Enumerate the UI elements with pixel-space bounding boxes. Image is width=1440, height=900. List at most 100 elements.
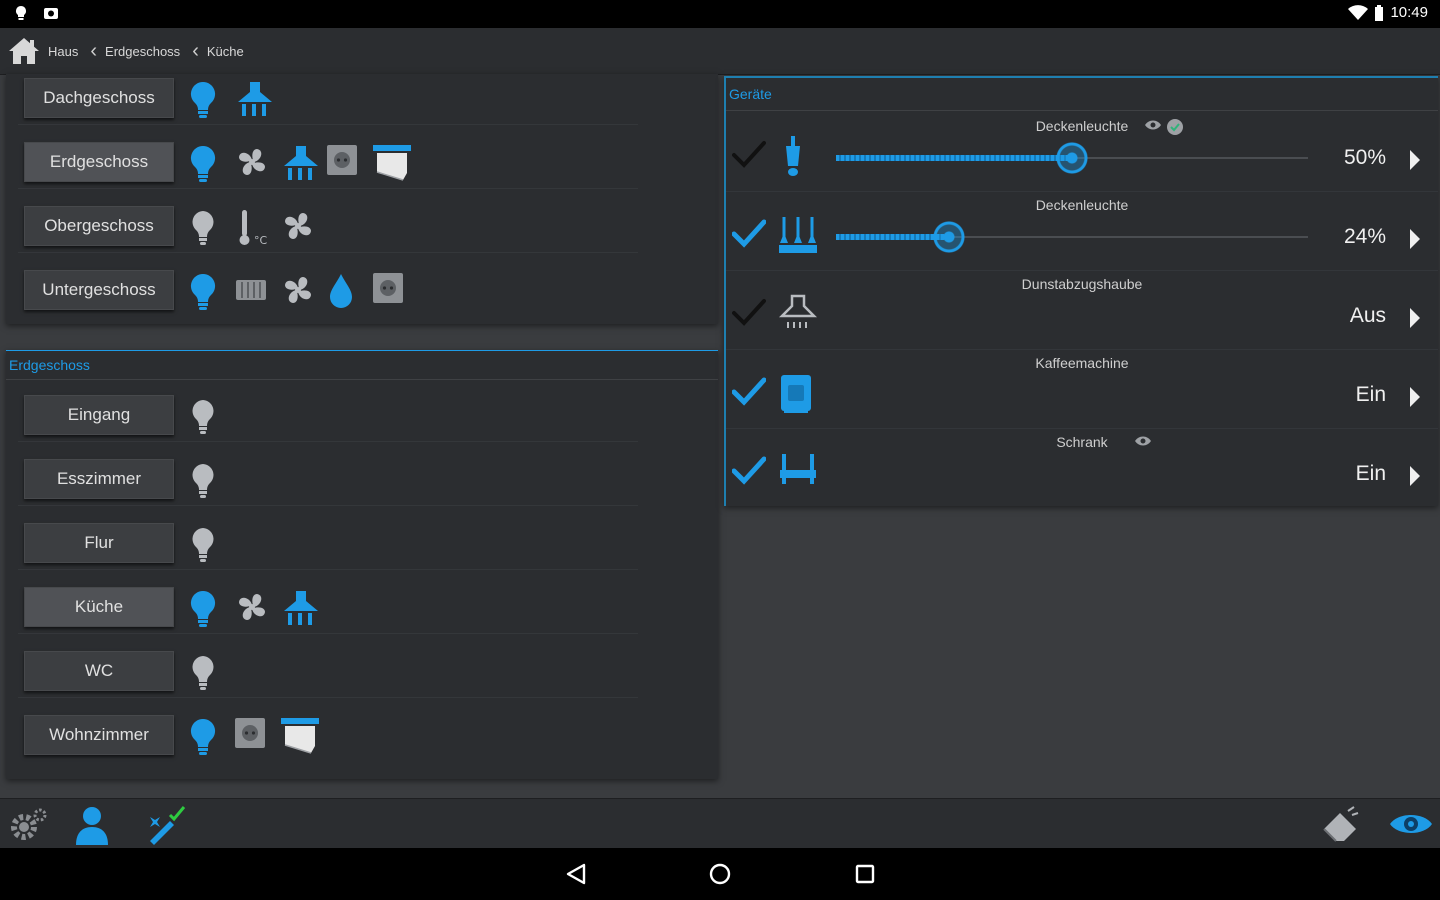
- device-value: 24%: [1343, 225, 1386, 248]
- slider-thumb[interactable]: [933, 221, 966, 253]
- room-button-eingang[interactable]: Eingang: [24, 395, 174, 435]
- room-button-wohnzimmer[interactable]: Wohnzimmer: [24, 715, 174, 755]
- room-button-esszimmer[interactable]: Esszimmer: [24, 459, 174, 499]
- heater-icon[interactable]: [234, 272, 270, 308]
- cooker-hood-icon[interactable]: [280, 589, 318, 625]
- device-row[interactable]: Dunstabzugshaube Aus: [726, 270, 1438, 350]
- device-name: Dunstabzugshaube: [1021, 276, 1143, 292]
- floor-button-dachgeschoss[interactable]: Dachgeschoss: [24, 78, 174, 118]
- bulb-on-icon[interactable]: [188, 80, 224, 118]
- breadcrumb-kueche[interactable]: Küche: [207, 44, 244, 59]
- floor-icons: [188, 78, 272, 118]
- device-row[interactable]: Kaffeemachine Ein: [726, 349, 1438, 429]
- room-row-wohnzimmer: Wohnzimmer: [18, 705, 638, 761]
- slider-fill: [836, 234, 950, 240]
- device-value: Aus: [1349, 304, 1386, 327]
- bulb-off-icon[interactable]: [188, 208, 224, 245]
- divider: [726, 110, 1438, 111]
- magic-wand-icon[interactable]: [146, 805, 186, 845]
- chevron-right-icon[interactable]: [1408, 227, 1422, 256]
- chevron-right-icon[interactable]: [1408, 306, 1422, 335]
- room-button-flur[interactable]: Flur: [24, 523, 174, 563]
- room-icons: [188, 715, 319, 755]
- check-active-icon[interactable]: [731, 219, 767, 254]
- bottom-toolbar: [0, 798, 1440, 849]
- home-nav-icon[interactable]: [708, 862, 732, 886]
- device-row[interactable]: Deckenleuchte 24%: [726, 191, 1438, 271]
- room-button-kueche[interactable]: Küche: [24, 587, 174, 627]
- thermometer-icon[interactable]: °C: [234, 208, 270, 247]
- user-icon[interactable]: [74, 805, 110, 845]
- bulb-on-icon[interactable]: [188, 589, 224, 627]
- ceiling-lamps-icon: [778, 213, 818, 262]
- check-inactive-icon[interactable]: [732, 140, 766, 175]
- chevron-right-icon[interactable]: [1408, 464, 1422, 493]
- battery-icon: [1375, 4, 1384, 21]
- floor-button-untergeschoss[interactable]: Untergeschoss: [24, 270, 174, 310]
- fan-icon[interactable]: [234, 144, 270, 180]
- devices-panel: Geräte Deckenleuchte 50% Deckenleuchte 24% D…: [724, 76, 1438, 506]
- socket-icon[interactable]: [234, 717, 270, 753]
- bulb-off-icon[interactable]: [188, 653, 224, 690]
- water-drop-icon[interactable]: [326, 272, 362, 308]
- cabinet-icon: [778, 450, 818, 491]
- floor-icons: [188, 270, 408, 310]
- blinds-icon[interactable]: [372, 144, 411, 181]
- eye-icon[interactable]: [1388, 809, 1434, 839]
- check-inactive-icon[interactable]: [732, 298, 766, 333]
- floor-button-erdgeschoss[interactable]: Erdgeschoss: [24, 142, 174, 182]
- home-icon[interactable]: [8, 36, 40, 66]
- check-active-icon[interactable]: [731, 377, 767, 412]
- breadcrumb: Haus ‹ Erdgeschoss ‹ Küche: [8, 36, 244, 66]
- floor-button-obergeschoss[interactable]: Obergeschoss: [24, 206, 174, 246]
- room-row-esszimmer: Esszimmer: [18, 449, 638, 506]
- room-icons: [188, 587, 318, 627]
- chevron-right-icon[interactable]: [1408, 385, 1422, 414]
- shield-icon: [1166, 118, 1184, 141]
- room-row-wc: WC: [18, 641, 638, 698]
- breadcrumb-haus[interactable]: Haus: [48, 44, 78, 59]
- cooker-hood-icon[interactable]: [280, 144, 318, 180]
- room-button-wc[interactable]: WC: [24, 651, 174, 691]
- device-row[interactable]: Schrank Ein: [726, 428, 1438, 507]
- chevron-right-icon[interactable]: [1408, 148, 1422, 177]
- device-value: Ein: [1355, 383, 1386, 406]
- fan-icon[interactable]: [234, 589, 270, 625]
- chevron-left-icon: ‹: [192, 40, 199, 62]
- device-value: 50%: [1343, 146, 1386, 169]
- back-nav-icon[interactable]: [564, 862, 588, 886]
- fan-icon[interactable]: [280, 208, 316, 244]
- slider-thumb[interactable]: [1056, 142, 1088, 174]
- settings-gear-icon[interactable]: [8, 807, 48, 843]
- cooker-hood-icon: [778, 292, 818, 341]
- breadcrumb-erdgeschoss[interactable]: Erdgeschoss: [105, 44, 180, 59]
- bulb-on-icon[interactable]: [188, 717, 224, 755]
- device-name: Kaffeemachine: [1035, 355, 1129, 371]
- socket-icon[interactable]: [326, 144, 362, 180]
- socket-icon[interactable]: [372, 272, 408, 308]
- blinds-icon[interactable]: [280, 717, 319, 754]
- pendant-lamp-icon: [778, 134, 808, 183]
- eraser-icon[interactable]: [1318, 805, 1362, 845]
- check-active-icon[interactable]: [731, 456, 767, 491]
- eye-icon: [1134, 434, 1152, 452]
- dimmer-slider[interactable]: [836, 142, 1308, 174]
- device-value: Ein: [1355, 462, 1386, 485]
- floor-row-obergeschoss: Obergeschoss °C: [18, 196, 638, 253]
- bulb-off-icon[interactable]: [188, 397, 224, 434]
- recents-nav-icon[interactable]: [853, 862, 877, 886]
- floor-row-untergeschoss: Untergeschoss: [18, 260, 638, 316]
- bulb-on-icon[interactable]: [188, 144, 224, 182]
- dimmer-slider[interactable]: [836, 221, 1308, 253]
- bulb-off-icon[interactable]: [188, 461, 224, 498]
- cooker-hood-icon[interactable]: [234, 80, 272, 116]
- fan-icon[interactable]: [280, 272, 316, 308]
- coffee-machine-icon: [778, 371, 814, 420]
- room-row-eingang: Eingang: [18, 385, 638, 442]
- slider-fill: [836, 155, 1072, 161]
- bulb-off-icon[interactable]: [188, 525, 224, 562]
- svg-text:°C: °C: [254, 234, 268, 246]
- device-row[interactable]: Deckenleuchte 50%: [726, 112, 1438, 192]
- bulb-on-icon[interactable]: [188, 272, 224, 310]
- rooms-panel: Erdgeschoss Eingang Esszimmer Flur Küche…: [6, 350, 718, 779]
